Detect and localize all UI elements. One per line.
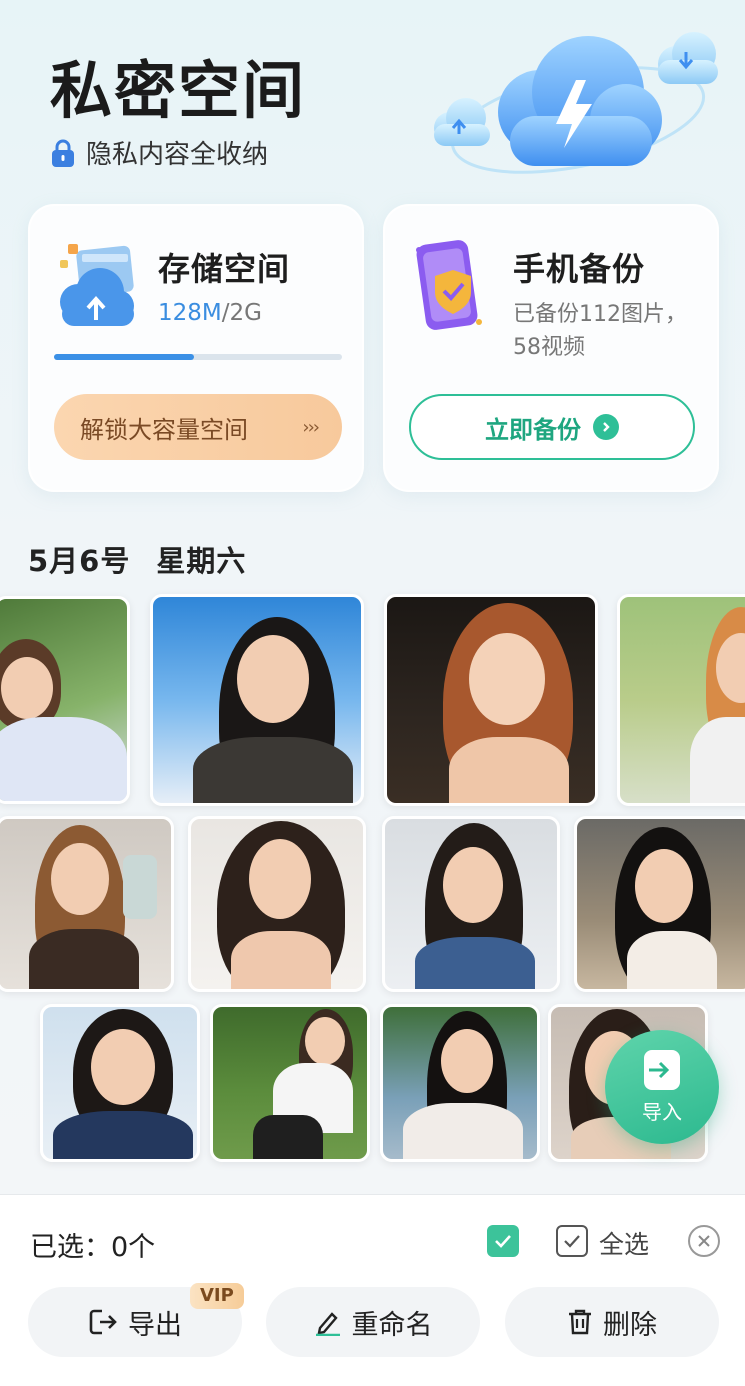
- backup-now-label: 立即备份: [485, 415, 581, 444]
- import-icon: [644, 1049, 680, 1090]
- photo-thumbnail[interactable]: [210, 1004, 370, 1162]
- cloud-storage-icon: [60, 244, 134, 326]
- storage-card[interactable]: 存储空间 128M/2G 解锁大容量空间 ›››: [28, 204, 364, 492]
- triple-chevron-icon: ›››: [302, 416, 320, 438]
- storage-usage: 128M/2G: [158, 300, 262, 326]
- photo-thumbnail[interactable]: [0, 596, 130, 804]
- backup-stats: 已备份112图片，58视频: [513, 302, 687, 360]
- export-label: 导出: [128, 1309, 182, 1341]
- chevron-right-icon: [593, 414, 619, 440]
- pencil-icon: [315, 1312, 340, 1336]
- photo-thumbnail[interactable]: [384, 594, 598, 806]
- photo-thumbnail[interactable]: [40, 1004, 200, 1162]
- select-all-checkbox[interactable]: [556, 1225, 588, 1257]
- unlock-storage-label: 解锁大容量空间: [80, 415, 248, 444]
- storage-progress-bar: [54, 354, 342, 360]
- select-all-label[interactable]: 全选: [599, 1225, 649, 1261]
- page-title: 私密空间: [50, 54, 307, 127]
- check-icon[interactable]: [487, 1225, 519, 1257]
- vip-badge: VIP: [190, 1283, 244, 1309]
- photo-thumbnail[interactable]: [380, 1004, 540, 1162]
- photo-thumbnail[interactable]: [150, 594, 364, 806]
- date-text: 5月6号: [28, 544, 131, 578]
- lock-icon: [52, 139, 74, 167]
- trash-icon: [569, 1309, 591, 1335]
- selected-count: 已选：0个: [30, 1232, 156, 1263]
- delete-button[interactable]: 删除: [505, 1287, 719, 1357]
- subtitle: 隐私内容全收纳: [50, 134, 268, 171]
- subtitle-text: 隐私内容全收纳: [86, 140, 269, 170]
- import-label: 导入: [642, 1099, 682, 1124]
- weekday-text: 星期六: [156, 544, 247, 578]
- storage-card-title: 存储空间: [158, 250, 291, 288]
- date-header: 5月6号 星期六: [28, 538, 246, 580]
- selection-panel: 已选：0个 全选 导出 VIP 重命名 删除: [0, 1194, 745, 1386]
- backup-card[interactable]: 手机备份 已备份112图片，58视频 立即备份: [383, 204, 719, 492]
- photo-thumbnail[interactable]: [382, 816, 560, 992]
- photo-thumbnail[interactable]: [188, 816, 366, 992]
- storage-total: /2G: [221, 300, 262, 326]
- rename-label: 重命名: [351, 1309, 433, 1341]
- photo-thumbnail[interactable]: [574, 816, 745, 992]
- cloud-lightning-icon: [434, 32, 718, 174]
- import-button[interactable]: 导入: [605, 1030, 719, 1144]
- backup-now-button[interactable]: 立即备份: [409, 394, 695, 460]
- export-icon: [89, 1309, 117, 1335]
- delete-label: 删除: [603, 1309, 657, 1341]
- storage-progress-fill: [54, 354, 195, 360]
- storage-used: 128M: [158, 300, 222, 326]
- photo-thumbnail[interactable]: [617, 594, 745, 806]
- close-icon[interactable]: [688, 1225, 720, 1257]
- backup-card-title: 手机备份: [513, 250, 646, 288]
- unlock-storage-button[interactable]: 解锁大容量空间 ›››: [54, 394, 342, 460]
- phone-shield-icon: [416, 240, 482, 330]
- photo-thumbnail[interactable]: [0, 816, 174, 992]
- rename-button[interactable]: 重命名: [266, 1287, 480, 1357]
